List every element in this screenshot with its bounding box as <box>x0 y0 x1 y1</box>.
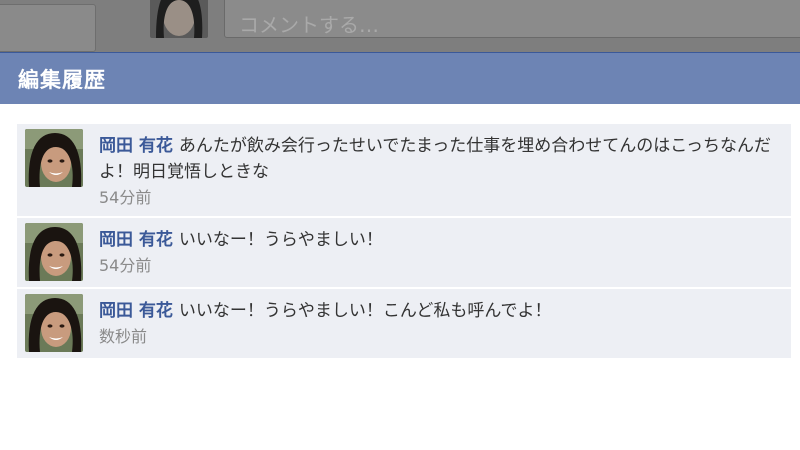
author-link[interactable]: 岡田 有花 <box>99 136 173 156</box>
comment-text: あんたが飲み会行ったせいでたまった仕事を埋め合わせてんのはこっちなんだよ！明日覚… <box>99 136 772 182</box>
dialog-body: 岡田 有花 あんたが飲み会行ったせいでたまった仕事を埋め合わせてんのはこっちなんだ… <box>0 104 800 450</box>
user-photo-icon[interactable] <box>25 223 83 281</box>
author-link[interactable]: 岡田 有花 <box>99 301 173 321</box>
history-item: 岡田 有花 いいなー！うらやましい！ 54分前 <box>17 218 791 289</box>
background-overlay: コメントする… <box>0 0 800 52</box>
comment-text: いいなー！うらやましい！ <box>178 230 383 250</box>
user-photo-icon[interactable] <box>25 294 83 352</box>
background-avatar <box>150 0 208 38</box>
history-item: 岡田 有花 あんたが飲み会行ったせいでたまった仕事を埋め合わせてんのはこっちなんだ… <box>17 124 791 218</box>
background-sidebar-box <box>0 4 96 52</box>
history-item: 岡田 有花 いいなー！うらやましい！こんど私も呼んでよ！ 数秒前 <box>17 289 791 360</box>
user-photo-icon[interactable] <box>25 129 83 187</box>
edit-history-list: 岡田 有花 あんたが飲み会行ったせいでたまった仕事を埋め合わせてんのはこっちなんだ… <box>17 124 791 360</box>
dialog-header: 編集履歴 <box>0 52 800 104</box>
dialog-title: 編集履歴 <box>18 67 106 92</box>
comment-placeholder: コメントする… <box>239 12 379 37</box>
timestamp[interactable]: 数秒前 <box>99 325 783 349</box>
comment-text: いいなー！うらやましい！こんど私も呼んでよ！ <box>178 301 552 321</box>
author-link[interactable]: 岡田 有花 <box>99 230 173 250</box>
timestamp[interactable]: 54分前 <box>99 186 783 210</box>
background-comment-input: コメントする… <box>224 0 800 38</box>
timestamp[interactable]: 54分前 <box>99 254 783 278</box>
